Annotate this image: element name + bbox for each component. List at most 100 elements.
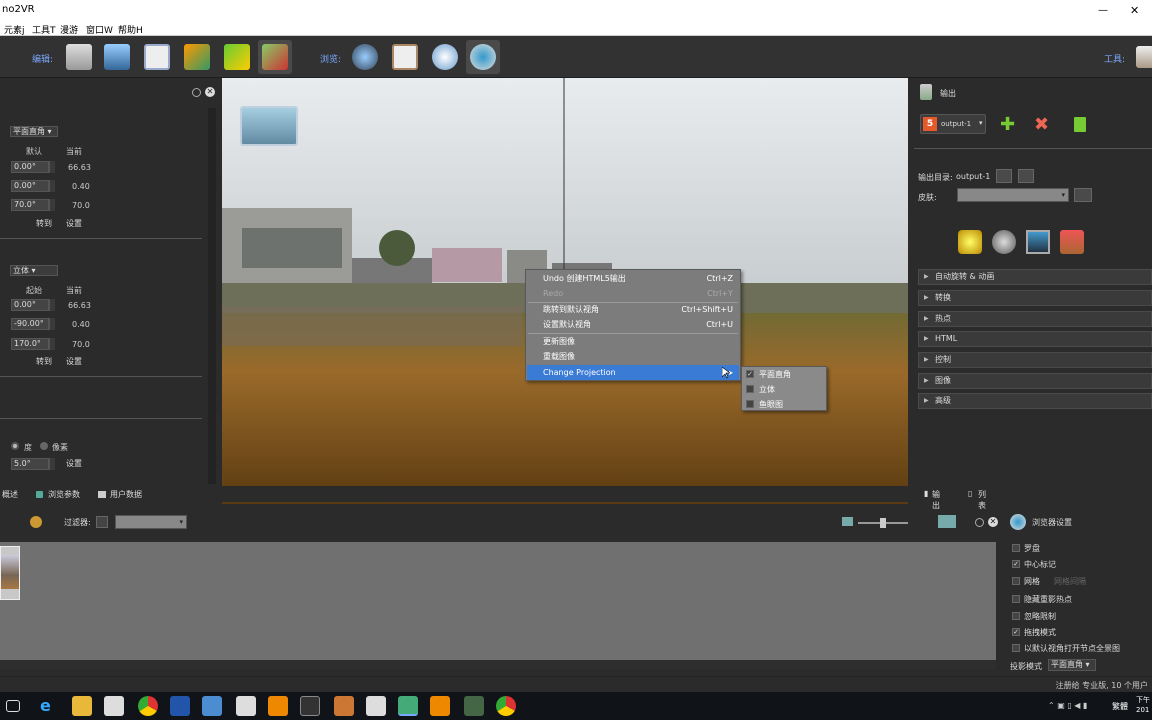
folder-icon[interactable] xyxy=(72,696,92,716)
step-input[interactable]: 5.0° xyxy=(11,458,49,470)
chrome-icon[interactable] xyxy=(138,696,158,716)
eye-button[interactable] xyxy=(466,40,500,74)
menu-elements[interactable]: 元素j xyxy=(4,23,25,36)
section-autorotate[interactable]: 自动旋转 & 动画 xyxy=(918,269,1152,285)
compass-checkbox[interactable] xyxy=(1012,544,1020,552)
minimize-icon[interactable]: — xyxy=(1098,5,1108,16)
menu-tools[interactable]: 工具T xyxy=(32,23,56,36)
app4-icon[interactable] xyxy=(366,696,386,716)
hotspot-button[interactable] xyxy=(258,40,292,74)
edge-icon[interactable]: e xyxy=(40,696,60,716)
app3-icon[interactable] xyxy=(334,696,354,716)
hide-hotspots-checkbox[interactable] xyxy=(1012,595,1020,603)
goto-button-1[interactable]: 转到 xyxy=(36,218,52,230)
fov-start-spinner[interactable] xyxy=(49,338,55,350)
center-mark-checkbox[interactable]: ✓ xyxy=(1012,560,1020,568)
filmstrip-scrollbar[interactable] xyxy=(0,660,996,670)
app2-icon[interactable] xyxy=(268,696,288,716)
menu-window[interactable]: 窗口W xyxy=(86,23,113,36)
drag-mode-checkbox[interactable]: ✓ xyxy=(1012,628,1020,636)
submenu-fisheye[interactable]: 鱼眼图 xyxy=(743,397,825,412)
reload-image-item[interactable]: 重载图像 xyxy=(527,349,739,364)
set-button-2[interactable]: 设置 xyxy=(66,356,82,368)
star-icon[interactable] xyxy=(958,230,982,254)
tab-output[interactable]: 输出 xyxy=(932,489,940,511)
redo-menu-item[interactable]: Redo Ctrl+Y xyxy=(527,286,739,301)
filter-brush-icon[interactable] xyxy=(96,516,108,528)
chrome2-icon[interactable] xyxy=(496,696,516,716)
menu-tour[interactable]: 漫游 xyxy=(60,23,78,36)
goto-button-2[interactable]: 转到 xyxy=(36,356,52,368)
calculator-icon[interactable] xyxy=(236,696,256,716)
section-advanced[interactable]: 高级 xyxy=(918,393,1152,409)
panorama-thumbnail[interactable] xyxy=(0,546,20,600)
ignore-limits-checkbox[interactable] xyxy=(1012,612,1020,620)
float-icon[interactable] xyxy=(192,88,201,97)
left-scrollbar[interactable] xyxy=(208,108,216,484)
tab-overview[interactable]: 概述 xyxy=(2,489,18,500)
close-icon[interactable]: ✕ xyxy=(1130,4,1139,17)
open-skin-button[interactable] xyxy=(1074,188,1092,202)
output-options-icon[interactable] xyxy=(1074,117,1086,132)
close-panel-icon[interactable]: ✕ xyxy=(205,87,215,97)
terminal-icon[interactable] xyxy=(300,696,320,716)
floor-plan-button[interactable] xyxy=(220,40,254,74)
px-radio[interactable] xyxy=(40,442,48,450)
pan-default-input[interactable]: 0.00° xyxy=(11,161,49,173)
user-filter-icon[interactable] xyxy=(30,516,42,528)
set-default-view-item[interactable]: 设置默认视角 Ctrl+U xyxy=(527,317,739,332)
update-image-item[interactable]: 更新图像 xyxy=(527,334,739,349)
fov-spinner[interactable] xyxy=(49,199,55,211)
filter-select[interactable]: ▾ xyxy=(115,515,187,529)
app-icon[interactable] xyxy=(202,696,222,716)
open-default-checkbox[interactable] xyxy=(1012,644,1020,652)
projection-select-2[interactable]: 立体 ▾ xyxy=(10,265,58,276)
tools-gear-icon[interactable] xyxy=(1136,46,1152,68)
menu-help[interactable]: 帮助H xyxy=(118,23,143,36)
section-transitions[interactable]: 转换 xyxy=(918,290,1152,306)
properties-button[interactable] xyxy=(140,40,174,74)
tilt-start-input[interactable]: -90.00° xyxy=(11,318,49,330)
monitor-icon[interactable] xyxy=(1026,230,1050,254)
pan-start-input[interactable]: 0.00° xyxy=(11,299,49,311)
section-images[interactable]: 图像 xyxy=(918,373,1152,389)
fov-default-input[interactable]: 70.0° xyxy=(11,199,49,211)
delete-output-icon[interactable]: ✖ xyxy=(1034,114,1049,135)
projection-select-1[interactable]: 平面直角 ▾ xyxy=(10,126,58,137)
projection-mode-select[interactable]: 平面直角 ▾ xyxy=(1048,659,1096,671)
compass-button[interactable] xyxy=(428,40,462,74)
tilt-spinner[interactable] xyxy=(49,180,55,192)
tilt-default-input[interactable]: 0.00° xyxy=(11,180,49,192)
pan-start-spinner[interactable] xyxy=(49,299,55,311)
pano2vr-taskbar-icon[interactable] xyxy=(398,696,418,716)
change-projection-item[interactable]: Change Projection ▸ xyxy=(527,365,739,380)
input-language[interactable]: 繁體 xyxy=(1112,701,1128,712)
clock-date[interactable]: 201 xyxy=(1136,706,1149,714)
skin-select[interactable]: ▾ xyxy=(957,188,1069,202)
gear-icon[interactable] xyxy=(992,230,1016,254)
zoom-slider-handle[interactable] xyxy=(880,518,886,528)
task-view-icon[interactable] xyxy=(6,700,20,712)
preview-button[interactable] xyxy=(348,40,382,74)
app6-icon[interactable] xyxy=(464,696,484,716)
open-folder-button[interactable] xyxy=(996,169,1012,183)
store-icon[interactable] xyxy=(104,696,124,716)
submenu-rectilinear[interactable]: ✓ 平面直角 xyxy=(743,367,825,382)
set-button-3[interactable]: 设置 xyxy=(66,458,82,470)
add-output-icon[interactable]: ✚ xyxy=(1000,114,1015,135)
tray-icons[interactable]: ⌃ ▣ ▯ ◀ ▮ xyxy=(1048,701,1087,710)
save-icon[interactable] xyxy=(170,696,190,716)
deg-radio[interactable] xyxy=(11,442,19,450)
output-select[interactable]: 5 output-1 ▾ xyxy=(920,114,986,134)
viewing-parameters-button[interactable] xyxy=(62,40,96,74)
package-icon[interactable] xyxy=(1060,230,1084,254)
set-button-1[interactable]: 设置 xyxy=(66,218,82,230)
section-html[interactable]: HTML xyxy=(918,331,1152,347)
close-panel-icon[interactable]: ✕ xyxy=(988,517,998,527)
clock-time[interactable]: 下午 xyxy=(1136,695,1150,705)
user-data-button[interactable] xyxy=(100,40,134,74)
float-icon[interactable] xyxy=(975,518,984,527)
projection-overlay-icon[interactable] xyxy=(240,106,298,146)
tab-viewer-params[interactable]: 浏览参数 xyxy=(48,489,80,500)
undo-menu-item[interactable]: Undo 创建HTML5输出 Ctrl+Z xyxy=(527,271,739,286)
